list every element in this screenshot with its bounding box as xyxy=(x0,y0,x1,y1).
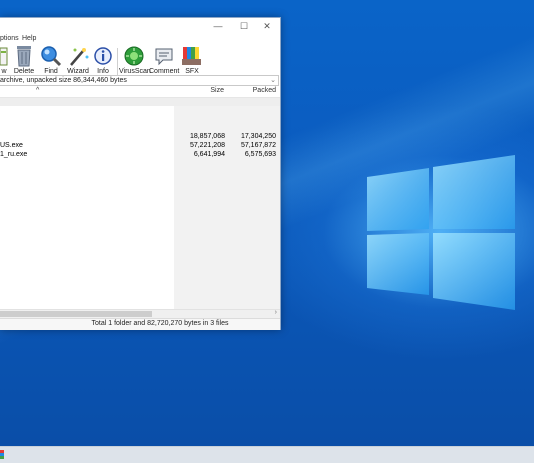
winrar-taskbar-icon[interactable] xyxy=(0,450,4,459)
minimize-button[interactable]: — xyxy=(207,20,229,32)
virusscan-label: VirusScan xyxy=(119,68,151,75)
comment-label: Comment xyxy=(149,68,180,75)
selected-row-band xyxy=(0,98,280,106)
windows-logo xyxy=(367,155,515,310)
address-bar[interactable]: archive, unpacked size 86,344,460 bytes … xyxy=(0,75,279,86)
file-size: 18,857,068 xyxy=(189,133,225,140)
find-label: Find xyxy=(44,68,58,75)
table-row[interactable]: US.exe 57,221,208 57,167,872 xyxy=(0,141,280,150)
delete-label: Delete xyxy=(13,68,35,75)
scrollbar-thumb[interactable] xyxy=(0,311,152,317)
status-text: Total 1 folder and 82,720,270 bytes in 3… xyxy=(91,320,229,327)
wizard-icon xyxy=(70,48,89,66)
file-size: 6,641,994 xyxy=(193,151,225,158)
file-packed: 57,167,872 xyxy=(240,142,276,149)
sfx-label: SFX xyxy=(185,68,199,75)
title-bar[interactable]: — ☐ ✕ xyxy=(0,18,280,34)
file-packed: 17,304,250 xyxy=(240,133,276,140)
view-icon xyxy=(0,47,8,66)
close-button[interactable]: ✕ xyxy=(256,20,278,32)
view-label: w xyxy=(1,68,7,75)
maximize-button[interactable]: ☐ xyxy=(233,20,255,32)
sfx-icon xyxy=(182,47,201,65)
winrar-window[interactable]: — ☐ ✕ ptions Help w Delete Find Wizard I… xyxy=(0,17,281,330)
status-bar: Total 1 folder and 82,720,270 bytes in 3… xyxy=(0,318,280,330)
file-list[interactable]: 18,857,068 17,304,250 US.exe 57,221,208 … xyxy=(0,98,280,310)
menu-bar: ptions Help xyxy=(0,34,280,45)
taskbar xyxy=(0,446,534,463)
chevron-down-icon[interactable]: ⌄ xyxy=(270,76,276,85)
info-icon xyxy=(94,47,112,65)
horizontal-scrollbar[interactable]: › xyxy=(0,309,280,318)
delete-icon xyxy=(17,46,31,67)
file-size: 57,221,208 xyxy=(189,142,225,149)
find-icon xyxy=(41,46,62,67)
table-row[interactable]: 18,857,068 17,304,250 xyxy=(0,132,280,141)
info-label: Info xyxy=(97,68,109,75)
menu-options[interactable]: ptions xyxy=(0,35,19,42)
scroll-right-icon[interactable]: › xyxy=(275,309,277,316)
table-row[interactable]: 1_ru.exe 6,641,994 6,575,693 xyxy=(0,150,280,159)
file-name: 1_ru.exe xyxy=(0,151,28,158)
menu-help[interactable]: Help xyxy=(22,35,36,42)
address-text: archive, unpacked size 86,344,460 bytes xyxy=(0,77,127,84)
file-packed: 6,575,693 xyxy=(244,151,276,158)
file-name: US.exe xyxy=(0,142,23,149)
column-packed[interactable]: Packed xyxy=(253,87,276,94)
virusscan-icon xyxy=(124,46,143,66)
column-header: ^ Size Packed xyxy=(0,86,280,98)
wizard-label: Wizard xyxy=(67,68,89,75)
comment-icon xyxy=(155,48,173,66)
column-size[interactable]: Size xyxy=(210,87,224,94)
sort-indicator-icon: ^ xyxy=(36,87,40,94)
